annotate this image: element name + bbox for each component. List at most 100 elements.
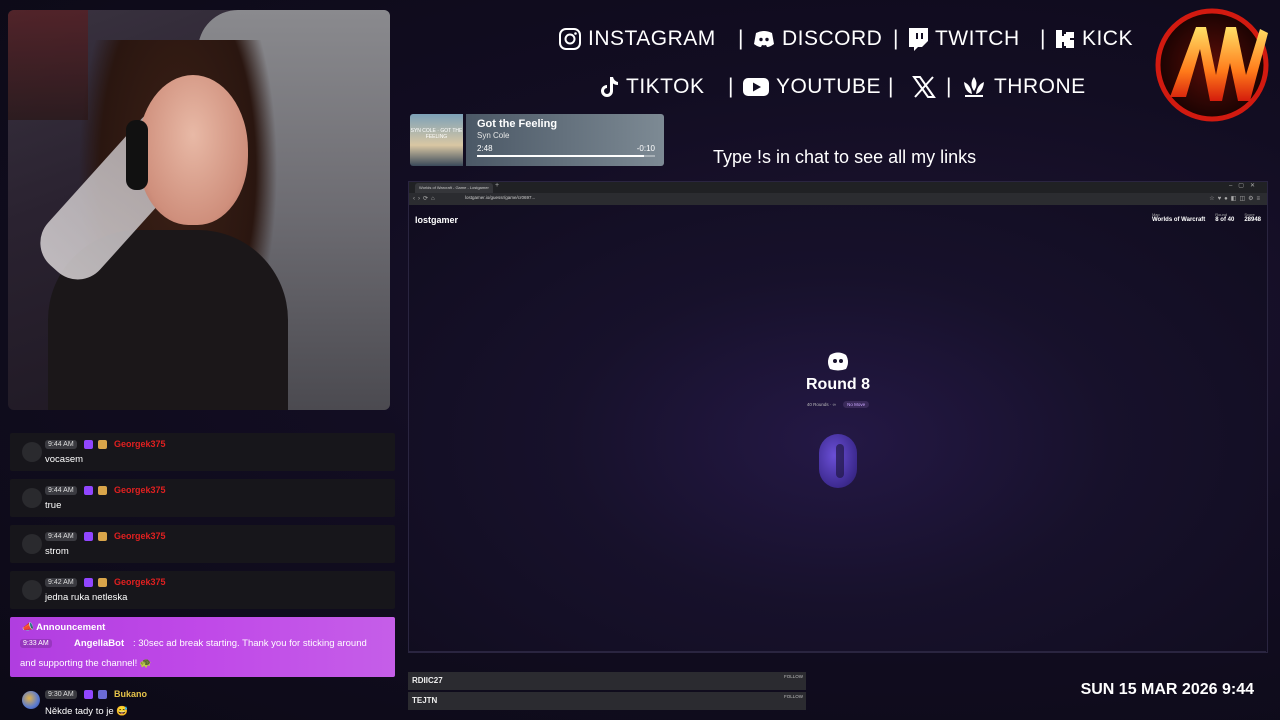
chat-time: 9:44 AM bbox=[45, 486, 77, 495]
site-logo[interactable]: lostgamer bbox=[415, 215, 458, 225]
user-avatar bbox=[22, 691, 40, 709]
now-playing-panel: Got the Feeling Syn Cole 2:48 -0:10 bbox=[466, 114, 664, 166]
social-youtube[interactable]: | YOUTUBE bbox=[728, 75, 881, 99]
chat-username[interactable]: AngellaBot bbox=[74, 638, 124, 649]
gift-badge-icon bbox=[98, 486, 107, 495]
chat-message: 9:30 AM Bukano Někde tady to je 😅 bbox=[10, 685, 395, 720]
browser-capture: Worlds of Warcraft - Game - Lostgamer + … bbox=[408, 181, 1268, 653]
instagram-icon bbox=[558, 27, 582, 51]
round-meta-text: 40 Rounds · ∞ bbox=[806, 402, 836, 407]
social-twitch-label: TWITCH bbox=[934, 27, 1020, 50]
tiktok-icon bbox=[598, 75, 620, 99]
browser-nav-icons[interactable]: ‹›⟳⌂ bbox=[413, 195, 438, 202]
links-message: Type !s in chat to see all my links bbox=[713, 147, 977, 167]
game-stat-value: Worlds of Warcraft bbox=[1151, 217, 1206, 223]
chat-message: 9:42 AM Georgek375 jedna ruka netleska bbox=[10, 571, 395, 609]
x-icon bbox=[912, 76, 936, 98]
browser-address-bar: ‹›⟳⌂ lostgamer.io/guessr/game/cr0697... … bbox=[409, 193, 1267, 205]
user-avatar bbox=[22, 488, 42, 508]
chat-text: jedna ruka netleska bbox=[45, 592, 128, 603]
track-artist: Syn Cole bbox=[477, 131, 510, 140]
chat-username[interactable]: Georgek375 bbox=[114, 439, 166, 449]
chat-text: Někde tady to je 😅 bbox=[45, 706, 129, 717]
kick-icon bbox=[1054, 28, 1076, 50]
subscriber-badge-icon bbox=[84, 532, 93, 541]
chat-time: 9:30 AM bbox=[45, 690, 77, 699]
chat-username[interactable]: Georgek375 bbox=[114, 485, 166, 495]
now-playing-widget: SYN COLE · GOT THE FEELING Got the Feeli… bbox=[410, 114, 664, 166]
user-avatar bbox=[22, 442, 42, 462]
chat-message: 9:44 AM Georgek375 vocasem bbox=[10, 433, 395, 471]
track-remaining: -0:10 bbox=[636, 144, 655, 153]
gift-badge-icon bbox=[98, 440, 107, 449]
social-twitch[interactable]: | TWITCH bbox=[893, 27, 1020, 51]
browser-extension-icons[interactable]: ☆♥●◧◫⚙≡ bbox=[1209, 195, 1263, 202]
chat-time: 9:44 AM bbox=[45, 440, 77, 449]
round-mode-pill: No Move bbox=[843, 401, 870, 408]
social-kick[interactable]: | KICK bbox=[1040, 27, 1133, 51]
chat-username[interactable]: Georgek375 bbox=[114, 577, 166, 587]
url-field[interactable]: lostgamer.io/guessr/game/cr0697... bbox=[465, 195, 535, 200]
webcam-background-shelf bbox=[8, 10, 88, 120]
social-instagram-label: INSTAGRAM bbox=[588, 27, 716, 50]
social-discord[interactable]: | DISCORD bbox=[738, 27, 882, 51]
chat-username[interactable]: Georgek375 bbox=[114, 531, 166, 541]
social-instagram[interactable]: INSTAGRAM bbox=[558, 27, 716, 51]
social-kick-label: KICK bbox=[1081, 27, 1133, 50]
subscriber-badge-icon bbox=[84, 690, 93, 699]
chat-text: true bbox=[45, 500, 62, 511]
window-controls[interactable]: –▢✕ bbox=[1229, 182, 1261, 189]
announcement-heading: 📣 Announcement bbox=[22, 622, 105, 633]
lostgamer-icon bbox=[826, 352, 850, 372]
social-x[interactable]: | bbox=[888, 75, 936, 99]
webcam-feed bbox=[8, 10, 390, 410]
announcement-text-continued: and supporting the channel! 🐢 bbox=[20, 658, 152, 669]
track-elapsed: 2:48 bbox=[477, 144, 493, 153]
chat-message: 9:44 AM Georgek375 true bbox=[10, 479, 395, 517]
chat-text: vocasem bbox=[45, 454, 84, 465]
webcam-headset bbox=[126, 120, 148, 190]
user-avatar bbox=[22, 534, 42, 554]
follower-name: RDIIC27 bbox=[412, 676, 443, 685]
follower-tag: FOLLOW bbox=[783, 674, 803, 679]
subscriber-badge-icon bbox=[84, 486, 93, 495]
social-tiktok-label: TIKTOK bbox=[626, 75, 705, 98]
album-art-text: SYN COLE · GOT THE FEELING bbox=[410, 128, 463, 140]
track-progress-bar bbox=[477, 155, 655, 157]
track-title: Got the Feeling bbox=[477, 118, 558, 130]
game-stat: Map Worlds of Warcraft bbox=[1152, 212, 1205, 223]
webcam-face bbox=[138, 75, 248, 225]
track-progress-fill bbox=[477, 155, 645, 157]
megaphone-icon: 📣 bbox=[22, 622, 34, 633]
social-throne[interactable]: | THRONE bbox=[946, 75, 1086, 99]
separator: | bbox=[738, 27, 744, 50]
streamer-logo bbox=[1152, 5, 1272, 125]
game-stat: Round 8 of 40 bbox=[1215, 212, 1234, 223]
countdown-indicator bbox=[819, 434, 857, 488]
separator: | bbox=[1040, 27, 1046, 50]
date-time: SUN 15 MAR 2026 9:44 bbox=[1080, 681, 1254, 698]
social-throne-label: THRONE bbox=[993, 75, 1086, 98]
browser-tab[interactable]: Worlds of Warcraft - Game - Lostgamer bbox=[415, 183, 493, 193]
album-art: SYN COLE · GOT THE FEELING bbox=[410, 114, 463, 166]
youtube-icon bbox=[742, 76, 770, 98]
announcement-text: : 30sec ad break starting. Thank you for… bbox=[133, 638, 367, 649]
gift-badge-icon bbox=[98, 532, 107, 541]
separator: | bbox=[728, 75, 734, 98]
social-tiktok[interactable]: TIKTOK bbox=[598, 75, 704, 99]
round-meta: 40 Rounds · ∞ No Move bbox=[409, 401, 1267, 408]
chat-username[interactable]: Bukano bbox=[114, 689, 147, 699]
chat-time: 9:33 AM bbox=[20, 639, 52, 648]
subscriber-badge-icon bbox=[84, 578, 93, 587]
chat-message: 9:44 AM Georgek375 strom bbox=[10, 525, 395, 563]
shield-badge-icon bbox=[98, 690, 107, 699]
chat-time: 9:42 AM bbox=[45, 578, 77, 587]
separator: | bbox=[946, 75, 952, 98]
game-stats: Map Worlds of Warcraft Round 8 of 40 Sco… bbox=[1152, 212, 1261, 223]
throne-icon bbox=[960, 76, 988, 98]
subscriber-badge-icon bbox=[84, 440, 93, 449]
follower-tag: FOLLOW bbox=[783, 694, 803, 699]
new-tab-icon[interactable]: + bbox=[495, 182, 499, 189]
gift-badge-icon bbox=[98, 578, 107, 587]
round-title: Round 8 bbox=[806, 376, 870, 393]
